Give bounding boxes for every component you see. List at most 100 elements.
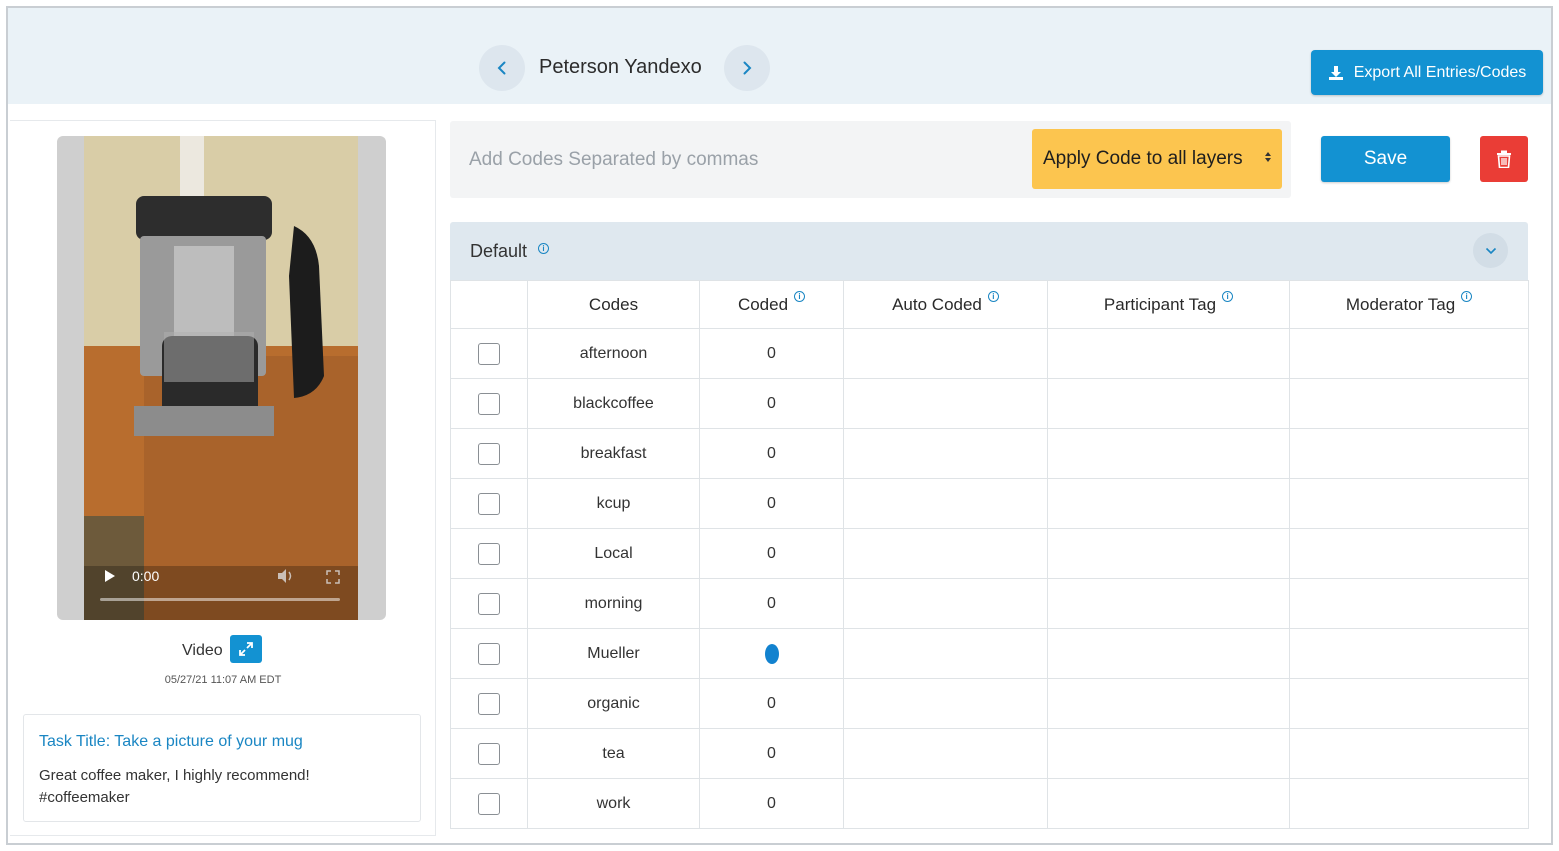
code-name: morning [527, 578, 700, 629]
select-column-header [450, 280, 528, 329]
table-header-row: Codes Coded i Auto Coded i Participant Tag… [450, 280, 1529, 329]
export-all-button[interactable]: Export All Entries/Codes [1311, 50, 1543, 95]
row-checkbox[interactable] [478, 342, 500, 365]
task-title[interactable]: Task Title: Take a picture of your mug [39, 733, 303, 751]
video-time: 0:00 [132, 568, 160, 584]
table-row: blackcoffee 0 [450, 378, 1529, 429]
auto-coded-cell [843, 528, 1048, 579]
trash-icon [1497, 150, 1511, 168]
auto-coded-cell [843, 328, 1048, 379]
apply-code-select[interactable]: Apply Code to all layers [1032, 129, 1282, 189]
auto-coded-column-header: Auto Coded i [843, 280, 1048, 329]
coded-count: 0 [699, 678, 844, 729]
code-name: kcup [527, 478, 700, 529]
code-name: Mueller [527, 628, 700, 679]
info-icon[interactable]: i [1222, 290, 1234, 302]
participant-tag-cell [1047, 378, 1290, 429]
task-response-text: Great coffee maker, I highly recommend! … [39, 767, 310, 806]
auto-coded-cell [843, 478, 1048, 529]
info-icon[interactable]: i [1461, 290, 1473, 302]
moderator-tag-cell [1289, 578, 1529, 629]
row-checkbox[interactable] [478, 492, 500, 515]
auto-coded-cell [843, 678, 1048, 729]
codes-table: Codes Coded i Auto Coded i Participant Tag… [450, 280, 1529, 829]
code-name: tea [527, 728, 700, 779]
row-checkbox[interactable] [478, 592, 500, 615]
code-input[interactable] [450, 121, 1030, 198]
top-bar: Peterson Yandexo Export All Entries/Code… [8, 8, 1551, 104]
moderator-tag-cell [1289, 378, 1529, 429]
layer-header: Default i [450, 222, 1528, 280]
coded-count: 0 [699, 478, 844, 529]
codes-column-header: Codes [527, 280, 700, 329]
auto-coded-cell [843, 728, 1048, 779]
info-icon[interactable]: i [538, 243, 549, 254]
video-thumbnail [84, 136, 358, 620]
coded-count: 0 [699, 778, 844, 829]
participant-tag-cell [1047, 528, 1290, 579]
fullscreen-icon[interactable] [326, 570, 340, 584]
moderator-tag-cell [1289, 328, 1529, 379]
expand-icon [239, 642, 253, 656]
table-row: kcup 0 [450, 478, 1529, 529]
row-checkbox[interactable] [478, 442, 500, 465]
coded-count: 0 [699, 378, 844, 429]
participant-tag-cell [1047, 328, 1290, 379]
table-row: breakfast 0 [450, 428, 1529, 479]
code-name: Local [527, 528, 700, 579]
info-icon[interactable]: i [794, 290, 806, 302]
auto-coded-cell [843, 378, 1048, 429]
row-checkbox[interactable] [478, 692, 500, 715]
participant-tag-cell [1047, 578, 1290, 629]
video-controls: 0:00 [84, 560, 358, 620]
chevron-right-icon [743, 61, 752, 75]
app-frame: Peterson Yandexo Export All Entries/Code… [6, 6, 1553, 845]
coded-count: 0 [699, 578, 844, 629]
coded-count: 0 [699, 328, 844, 379]
participant-tag-cell [1047, 428, 1290, 479]
apply-code-selected-option: Apply Code to all layers [1043, 148, 1243, 169]
participant-tag-column-header: Participant Tag i [1047, 280, 1290, 329]
collapse-layer-button[interactable] [1473, 233, 1508, 268]
auto-coded-cell [843, 428, 1048, 479]
participant-tag-cell [1047, 628, 1290, 679]
video-progress-bar[interactable] [100, 598, 340, 601]
save-button[interactable]: Save [1321, 136, 1450, 182]
row-checkbox[interactable] [478, 792, 500, 815]
moderator-tag-cell [1289, 528, 1529, 579]
coded-count: 0 [699, 528, 844, 579]
chevron-down-icon [1485, 247, 1496, 254]
export-all-label: Export All Entries/Codes [1353, 63, 1527, 81]
task-card: Task Title: Take a picture of your mug G… [23, 714, 421, 822]
participant-tag-cell [1047, 778, 1290, 829]
moderator-tag-cell [1289, 778, 1529, 829]
coded-count: 0 [699, 428, 844, 479]
expand-media-button[interactable] [230, 635, 262, 663]
code-name: afternoon [527, 328, 700, 379]
volume-icon[interactable] [276, 568, 294, 584]
row-checkbox[interactable] [478, 742, 500, 765]
participant-tag-cell [1047, 678, 1290, 729]
previous-participant-button[interactable] [479, 45, 525, 91]
code-name: blackcoffee [527, 378, 700, 429]
table-row: Local 0 [450, 528, 1529, 579]
row-checkbox[interactable] [478, 392, 500, 415]
next-participant-button[interactable] [724, 45, 770, 91]
video-frame: 0:00 [84, 136, 358, 620]
code-name: breakfast [527, 428, 700, 479]
row-checkbox[interactable] [478, 642, 500, 665]
delete-button[interactable] [1480, 136, 1528, 182]
auto-coded-cell [843, 628, 1048, 679]
auto-coded-cell [843, 578, 1048, 629]
table-row: tea 0 [450, 728, 1529, 779]
media-panel: 0:00 Video 05/27/21 11:07 AM EDT Task Ti… [10, 120, 436, 836]
play-icon[interactable] [104, 570, 116, 582]
loading-indicator [764, 643, 779, 664]
participant-name: Peterson Yandexo [539, 56, 702, 78]
table-row: work 0 [450, 778, 1529, 829]
media-type-label: Video [182, 642, 223, 659]
table-row: morning 0 [450, 578, 1529, 629]
video-player[interactable]: 0:00 [57, 136, 386, 620]
info-icon[interactable]: i [987, 290, 999, 302]
row-checkbox[interactable] [478, 542, 500, 565]
